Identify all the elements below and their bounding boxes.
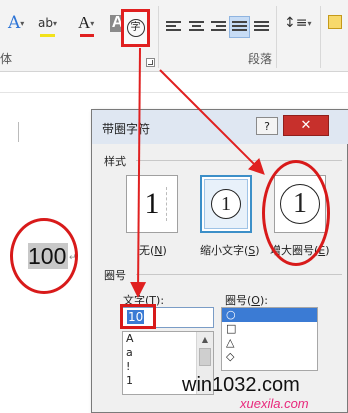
ruler-line [0,92,348,93]
paragraph-group-label: 段落 [248,52,273,66]
help-button[interactable]: ? [256,117,278,135]
style-option-none[interactable]: 1 [126,175,178,233]
scroll-up-icon[interactable]: ▲ [197,332,213,347]
enclose-characters-icon: 字 [126,19,145,37]
enclose-characters-button[interactable]: 字 [121,9,150,47]
line-spacing-button[interactable]: ↕≡ ▾ [284,13,311,33]
shading-icon[interactable] [328,15,342,29]
font-color-bar [80,34,94,37]
enclosure-field-label: 圈号(O): [225,294,268,307]
highlighter-icon: ab [38,16,53,30]
annotation-circle [262,160,330,266]
font-color-button[interactable]: A ▾ [78,13,94,33]
align-center-icon[interactable] [189,21,204,33]
align-right-icon[interactable] [211,21,226,33]
section-divider [136,160,342,161]
list-item[interactable]: □ [222,322,317,336]
text-effects-button[interactable]: A ▾ [8,13,24,33]
section-divider [136,274,342,275]
justify-button[interactable] [229,16,250,38]
justify-icon [232,21,247,33]
highlight-color-bar [40,34,55,37]
highlight-button[interactable]: ab ▾ [38,13,57,33]
font-group-label: 体 [0,52,13,66]
font-dialog-launcher-icon[interactable] [146,58,155,67]
chevron-down-icon: ▾ [90,18,95,28]
annotation-box [120,304,156,329]
ribbon: A ▾ ab ▾ A ▾ A 字 ↕≡ ▾ 体 段落 [0,0,348,72]
watermark-text: win1032.com [182,374,300,396]
chevron-down-icon: ▾ [52,18,57,28]
distributed-icon[interactable] [254,21,269,33]
scrollbar-thumb[interactable] [199,348,211,366]
list-item[interactable]: ○ [222,308,317,322]
close-button[interactable]: ✕ [283,115,329,136]
style-caption-none[interactable]: 无(N) [139,242,167,258]
screenshot-root: A ▾ ab ▾ A ▾ A 字 ↕≡ ▾ 体 段落 100 ↵ 带圈字符 ? … [0,0,348,413]
align-left-icon[interactable] [166,21,181,33]
chevron-down-icon: ▾ [307,18,312,28]
line-spacing-icon: ↕≡ [284,15,308,31]
chevron-down-icon: ▾ [20,18,25,28]
style-caption-shrink-text[interactable]: 缩小文字(S) [200,242,260,258]
style-preview: 1 [137,187,167,221]
margin-marker [18,122,19,142]
list-item[interactable]: △ [222,336,317,350]
watermark-subtext: xuexila.com [240,396,309,411]
style-section-label: 样式 [104,155,126,168]
style-option-shrink-text[interactable]: 1 [200,175,252,233]
annotation-circle [10,218,78,294]
style-preview: 1 [211,189,241,219]
text-effects-icon: A [8,13,21,33]
group-divider [320,6,321,68]
list-item[interactable]: ◇ [222,350,317,364]
group-divider [158,6,159,68]
enclosure-options-list[interactable]: ○ □ △ ◇ [221,307,318,371]
group-divider [276,6,277,68]
enclosure-section-label: 圈号 [104,269,126,282]
font-color-icon: A [78,13,91,32]
